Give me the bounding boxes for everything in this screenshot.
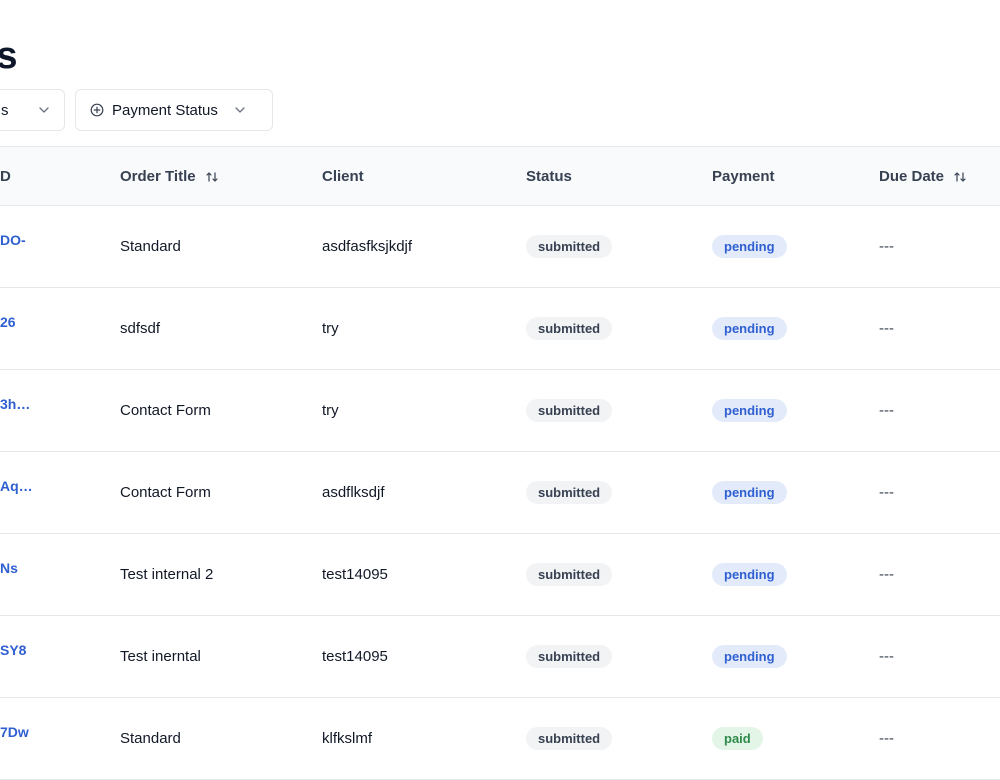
- payment-cell: pending: [712, 206, 879, 288]
- column-header-payment[interactable]: Payment: [712, 147, 879, 206]
- status-cell: submitted: [526, 534, 712, 616]
- status-badge: submitted: [526, 317, 613, 340]
- table-row[interactable]: 26 sdfsdf try submitted pending ---: [0, 288, 1000, 370]
- table-header-row: D Order Title Client Status Payment Due …: [0, 146, 1000, 206]
- client-cell: test14095: [322, 648, 388, 665]
- status-badge: submitted: [526, 481, 613, 504]
- column-header-client[interactable]: Client: [322, 147, 526, 206]
- status-cell: submitted: [526, 288, 712, 370]
- due-date-cell: ---: [879, 484, 894, 501]
- payment-cell: pending: [712, 452, 879, 534]
- payment-badge: pending: [712, 317, 787, 340]
- status-cell: submitted: [526, 452, 712, 534]
- due-date-cell: ---: [879, 730, 894, 747]
- status-badge: submitted: [526, 399, 613, 422]
- order-id-link[interactable]: SY8: [0, 616, 120, 698]
- status-badge: submitted: [526, 645, 613, 668]
- payment-badge: pending: [712, 399, 787, 422]
- order-id-link[interactable]: 3h…: [0, 370, 120, 452]
- payment-cell: pending: [712, 288, 879, 370]
- order-title-cell: Standard: [120, 238, 181, 255]
- chevron-down-icon: [38, 104, 50, 116]
- payment-badge: pending: [712, 235, 787, 258]
- due-date-cell: ---: [879, 238, 894, 255]
- order-id-link[interactable]: Aq…: [0, 452, 120, 534]
- status-badge: submitted: [526, 563, 613, 586]
- payment-cell: pending: [712, 370, 879, 452]
- column-header-due-date[interactable]: Due Date: [879, 147, 1000, 206]
- sort-icon[interactable]: [953, 170, 967, 184]
- client-cell: try: [322, 320, 339, 337]
- page-title: ers: [0, 35, 18, 78]
- status-cell: submitted: [526, 370, 712, 452]
- table-row[interactable]: 7Dw Standard klfkslmf submitted paid ---: [0, 698, 1000, 780]
- table-row[interactable]: SY8 Test inerntal test14095 submitted pe…: [0, 616, 1000, 698]
- due-date-cell: ---: [879, 402, 894, 419]
- table-row[interactable]: Ns Test internal 2 test14095 submitted p…: [0, 534, 1000, 616]
- status-filter-button[interactable]: s: [0, 89, 65, 131]
- client-cell: klfkslmf: [322, 730, 372, 747]
- client-cell: test14095: [322, 566, 388, 583]
- order-title-cell: Test internal 2: [120, 566, 214, 583]
- payment-cell: pending: [712, 534, 879, 616]
- order-id-link[interactable]: 7Dw: [0, 698, 120, 780]
- client-cell: asdflksdjf: [322, 484, 385, 501]
- order-id-link[interactable]: Ns: [0, 534, 120, 616]
- due-date-cell: ---: [879, 320, 894, 337]
- order-id-link[interactable]: DO-: [0, 206, 120, 288]
- due-date-cell: ---: [879, 566, 894, 583]
- payment-badge: paid: [712, 727, 763, 750]
- payment-cell: pending: [712, 616, 879, 698]
- status-filter-label: s: [1, 101, 9, 119]
- chevron-down-icon: [234, 104, 246, 116]
- status-cell: submitted: [526, 206, 712, 288]
- payment-cell: paid: [712, 698, 879, 780]
- order-title-cell: Standard: [120, 730, 181, 747]
- column-header-id[interactable]: D: [0, 147, 120, 206]
- sort-icon[interactable]: [205, 170, 219, 184]
- order-title-cell: Contact Form: [120, 402, 211, 419]
- status-cell: submitted: [526, 616, 712, 698]
- client-cell: try: [322, 402, 339, 419]
- table-row[interactable]: DO- Standard asdfasfksjkdjf submitted pe…: [0, 206, 1000, 288]
- status-cell: submitted: [526, 698, 712, 780]
- column-header-order-title[interactable]: Order Title: [120, 147, 322, 206]
- payment-badge: pending: [712, 481, 787, 504]
- due-date-cell: ---: [879, 648, 894, 665]
- table-row[interactable]: 3h… Contact Form try submitted pending -…: [0, 370, 1000, 452]
- column-header-status[interactable]: Status: [526, 147, 712, 206]
- payment-status-filter-label: Payment Status: [112, 101, 218, 119]
- client-cell: asdfasfksjkdjf: [322, 238, 413, 255]
- payment-badge: pending: [712, 645, 787, 668]
- order-title-cell: Test inerntal: [120, 648, 201, 665]
- order-title-cell: sdfsdf: [120, 320, 161, 337]
- payment-status-filter-button[interactable]: Payment Status: [75, 89, 273, 131]
- status-badge: submitted: [526, 727, 613, 750]
- table-row[interactable]: Aq… Contact Form asdflksdjf submitted pe…: [0, 452, 1000, 534]
- order-title-cell: Contact Form: [120, 484, 211, 501]
- order-id-link[interactable]: 26: [0, 288, 120, 370]
- payment-badge: pending: [712, 563, 787, 586]
- plus-circle-icon: [90, 103, 104, 117]
- orders-table: D Order Title Client Status Payment Due …: [0, 146, 1000, 780]
- status-badge: submitted: [526, 235, 613, 258]
